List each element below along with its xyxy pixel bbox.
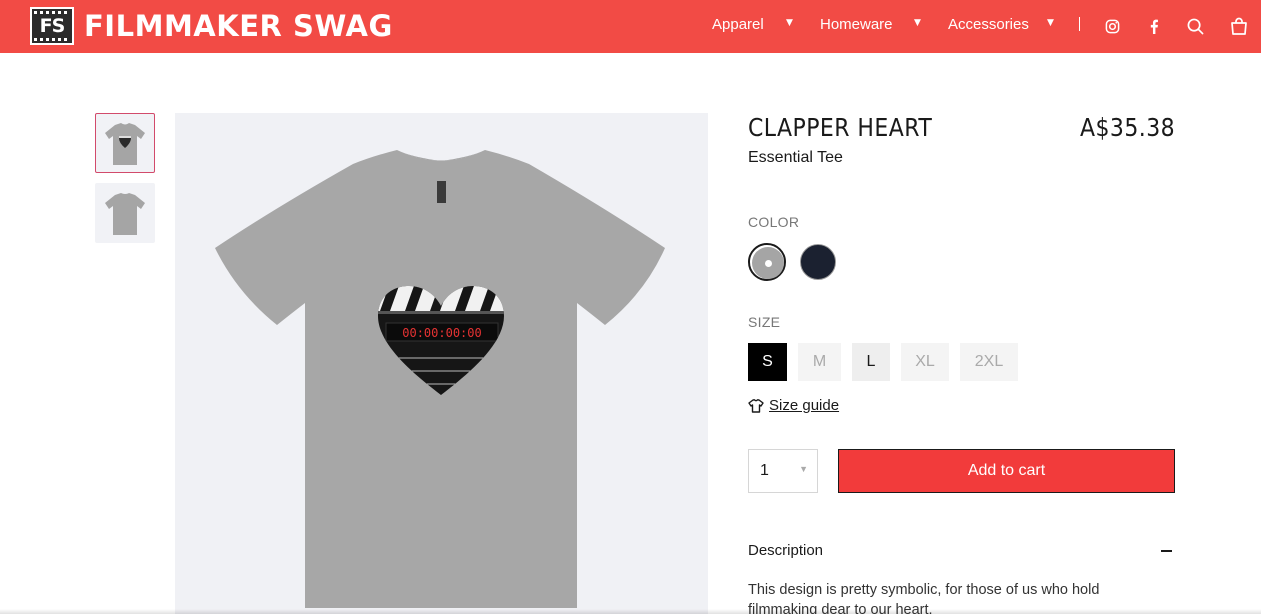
thumbnail-front[interactable] [95, 113, 155, 173]
color-swatch-grey[interactable] [748, 243, 786, 281]
cart-icon[interactable] [1228, 15, 1250, 37]
product-price: A$35.38 [1079, 113, 1175, 142]
logo-mark: FS [30, 7, 74, 45]
size-label: SIZE [748, 314, 781, 330]
nav-accessories[interactable]: Accessories [948, 16, 1029, 33]
tshirt-icon [748, 398, 764, 413]
size-option-l[interactable]: L [852, 343, 890, 381]
search-icon[interactable] [1184, 15, 1206, 37]
chevron-down-icon[interactable]: ▼ [799, 464, 808, 474]
nav-divider [1079, 17, 1080, 31]
clapper-timecode: 00:00:00:00 [402, 326, 481, 340]
chevron-down-icon[interactable]: ▼ [786, 18, 793, 28]
size-option-s[interactable]: S [748, 343, 787, 381]
instagram-icon[interactable] [1101, 15, 1123, 37]
product-title: CLAPPER HEART [748, 113, 933, 142]
nav-homeware[interactable]: Homeware [820, 16, 893, 33]
tshirt-image: 00:00:00:00 [215, 150, 665, 608]
quantity-selector[interactable]: 1 ▼ [748, 449, 818, 493]
tshirt-front-image [105, 123, 145, 165]
site-header: FS FILMMAKER SWAG Apparel ▼ Homeware ▼ A… [0, 0, 1261, 53]
tshirt-back-image [105, 193, 145, 235]
site-logo[interactable]: FS FILMMAKER SWAG [30, 7, 393, 45]
color-label: COLOR [748, 214, 800, 230]
product-main-image[interactable]: 00:00:00:00 [175, 113, 708, 614]
selected-dot-icon [764, 259, 772, 267]
add-to-cart-button[interactable]: Add to cart [838, 449, 1175, 493]
thumbnail-back[interactable] [95, 183, 155, 243]
facebook-icon[interactable] [1143, 15, 1165, 37]
size-guide-link[interactable]: Size guide [748, 397, 839, 414]
size-option-xl[interactable]: XL [901, 343, 949, 381]
chevron-down-icon[interactable]: ▼ [1047, 18, 1054, 28]
product-subtitle: Essential Tee [748, 149, 843, 166]
nav-apparel[interactable]: Apparel [712, 16, 764, 33]
collapse-minus-icon[interactable] [1161, 549, 1172, 552]
chevron-down-icon[interactable]: ▼ [914, 18, 921, 28]
viewport-bottom-shadow [0, 609, 1261, 614]
quantity-value: 1 [760, 462, 769, 479]
description-heading: Description [748, 542, 824, 559]
size-option-2xl[interactable]: 2XL [960, 343, 1018, 381]
size-guide-label: Size guide [769, 397, 840, 414]
size-option-m[interactable]: M [798, 343, 841, 381]
description-toggle[interactable]: Description [748, 542, 1175, 559]
logo-text: FILMMAKER SWAG [84, 9, 393, 43]
color-swatch-navy[interactable] [799, 243, 837, 281]
